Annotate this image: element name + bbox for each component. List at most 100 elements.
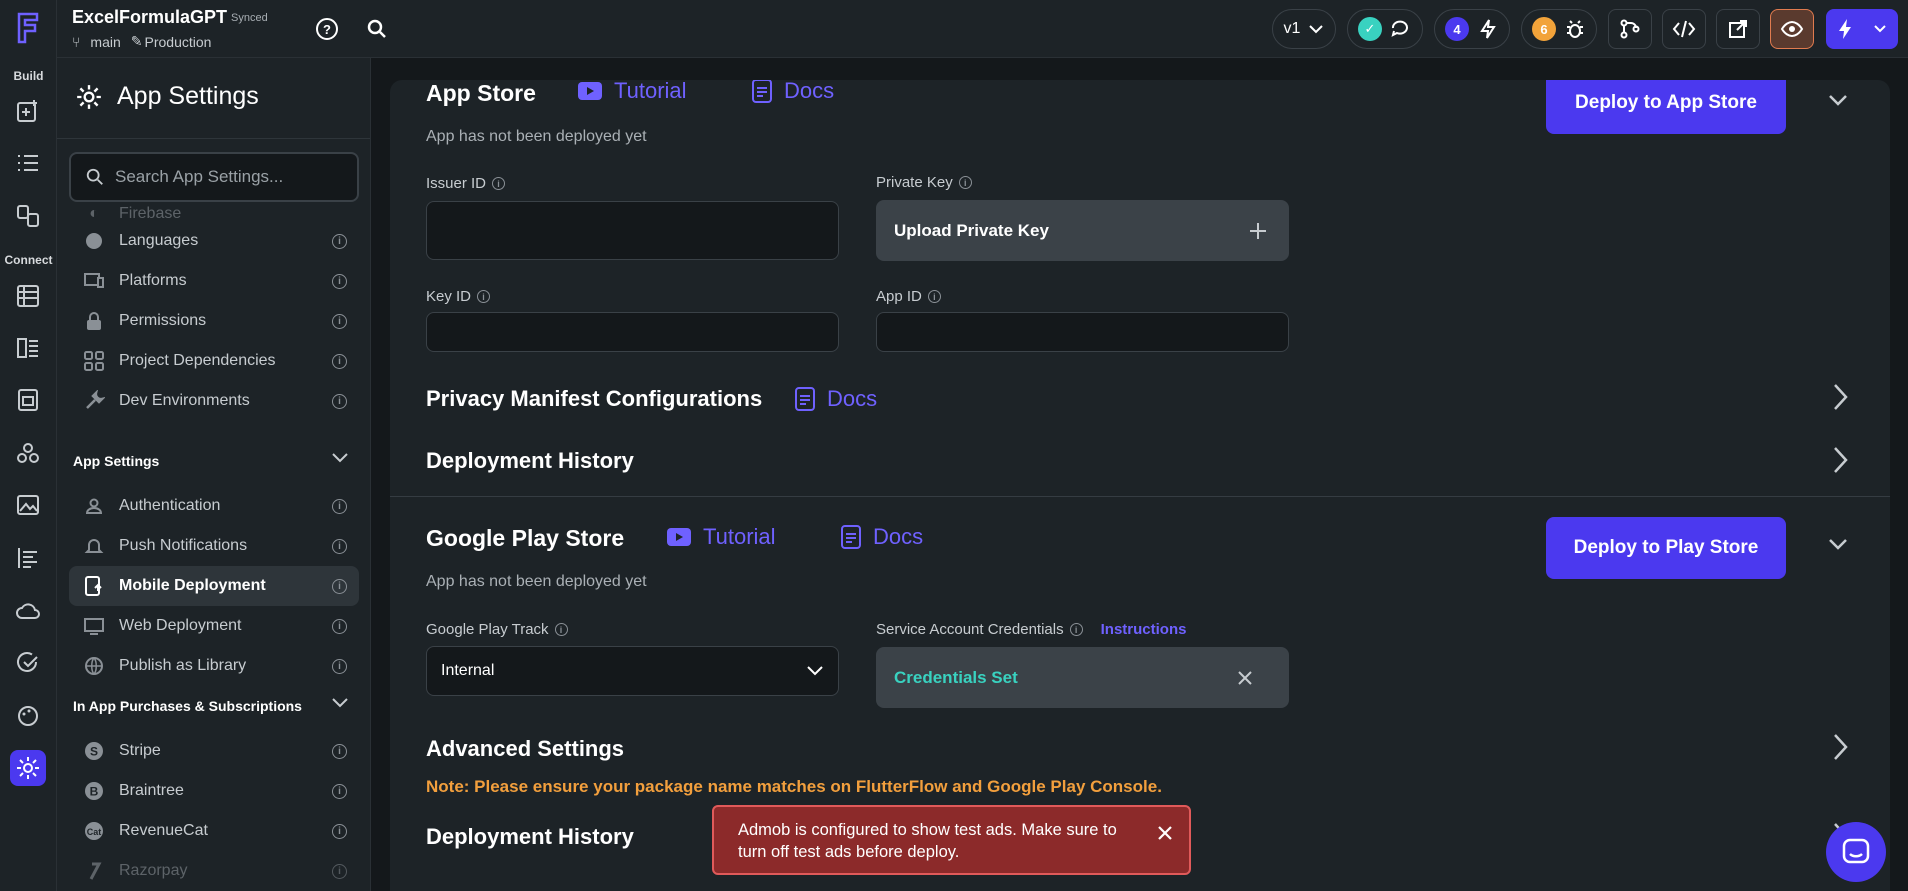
search-field[interactable] (69, 152, 359, 202)
preview-eye-icon[interactable] (1770, 9, 1814, 49)
info-icon[interactable]: i (332, 274, 347, 289)
info-icon[interactable]: i (332, 234, 347, 249)
credentials-set-field[interactable]: Credentials Set (876, 647, 1289, 708)
chevron-right-icon[interactable] (1827, 382, 1853, 412)
sidebar-item-push-notifications[interactable]: Push Notifications i (69, 526, 359, 566)
info-icon[interactable]: i (332, 619, 347, 634)
app-store-deployment-history[interactable]: Deployment History (426, 448, 634, 474)
app-store-tutorial-link[interactable]: Tutorial (578, 80, 687, 104)
database-icon[interactable] (10, 278, 46, 314)
info-icon[interactable]: i (332, 394, 347, 409)
play-store-title: Google Play Store (426, 525, 625, 551)
section-in-app-purchases[interactable]: In App Purchases & Subscriptions (73, 691, 363, 721)
sidebar-item-stripe[interactable]: S Stripe i (69, 731, 359, 771)
privacy-manifest-title[interactable]: Privacy Manifest Configurations (426, 386, 762, 412)
info-icon[interactable]: i (554, 623, 568, 636)
app-store-docs-link[interactable]: Docs (752, 80, 834, 104)
branch-info[interactable]: ⑂ main ✎ Production (72, 33, 211, 50)
environment-name: Production (144, 33, 212, 50)
chevron-down-icon[interactable] (1826, 88, 1850, 112)
sidebar-item-languages[interactable]: Languages i (69, 221, 359, 261)
help-icon[interactable]: ? (312, 14, 342, 44)
code-view-icon[interactable] (1662, 9, 1706, 49)
info-icon[interactable]: i (492, 177, 506, 190)
info-icon[interactable]: i (1069, 623, 1083, 636)
info-icon[interactable]: i (958, 176, 972, 189)
issuer-id-input[interactable] (426, 201, 839, 260)
chevron-right-icon[interactable] (1827, 445, 1853, 475)
sidebar-item-publish-as-library[interactable]: Publish as Library i (69, 646, 359, 686)
chevron-right-icon[interactable] (1827, 732, 1853, 762)
branching-icon[interactable] (1608, 9, 1652, 49)
section-app-settings[interactable]: App Settings (73, 446, 363, 476)
version-select[interactable]: v1 (1272, 9, 1336, 49)
flutterflow-logo-icon[interactable] (10, 10, 46, 46)
play-store-deployment-history[interactable]: Deployment History (426, 824, 634, 850)
project-name[interactable]: ExcelFormulaGPT (72, 7, 227, 28)
close-icon[interactable] (1237, 670, 1253, 686)
play-store-tutorial-link[interactable]: Tutorial (667, 524, 776, 550)
info-icon[interactable]: i (332, 499, 347, 514)
sidebar-item-project-dependencies[interactable]: Project Dependencies i (69, 341, 359, 381)
sidebar-item-dev-environments[interactable]: Dev Environments i (69, 381, 359, 421)
privacy-docs-link[interactable]: Docs (795, 386, 877, 412)
info-icon[interactable]: i (332, 314, 347, 329)
issues-button[interactable]: 6 (1521, 9, 1597, 49)
sidebar-item-permissions[interactable]: Permissions i (69, 301, 359, 341)
sidebar-item-revenuecat[interactable]: Cat RevenueCat i (69, 811, 359, 851)
info-icon[interactable]: i (332, 824, 347, 839)
add-page-icon[interactable] (10, 93, 46, 129)
search-icon (86, 168, 103, 185)
cloud-functions-icon[interactable] (10, 593, 46, 629)
search-icon[interactable] (362, 14, 392, 44)
sidebar-item-authentication[interactable]: Authentication i (69, 486, 359, 526)
components-icon[interactable] (10, 198, 46, 234)
deploy-app-store-button[interactable]: Deploy to App Store (1546, 80, 1786, 134)
key-id-input[interactable] (426, 312, 839, 352)
test-check-icon[interactable] (10, 645, 46, 681)
info-icon[interactable]: i (332, 864, 347, 879)
play-store-docs-link[interactable]: Docs (841, 524, 923, 550)
theme-icon[interactable] (10, 698, 46, 734)
sidebar-item-web-deployment[interactable]: Web Deployment i (69, 606, 359, 646)
app-id-input[interactable] (876, 312, 1289, 352)
info-icon[interactable]: i (332, 539, 347, 554)
api-calls-icon[interactable] (10, 330, 46, 366)
storyboard-icon[interactable] (10, 540, 46, 576)
braintree-icon: B (81, 778, 107, 804)
sidebar-item-platforms[interactable]: Platforms i (69, 261, 359, 301)
upload-private-key-button[interactable]: Upload Private Key (876, 200, 1289, 261)
info-icon[interactable]: i (332, 784, 347, 799)
rail-connect-label: Connect (4, 253, 53, 267)
notifications-button[interactable]: 4 (1434, 9, 1510, 49)
support-chat-button[interactable] (1826, 822, 1886, 882)
image-assets-icon[interactable] (10, 487, 46, 523)
sidebar-item-mobile-deployment[interactable]: Mobile Deployment i (69, 566, 359, 606)
media-assets-icon[interactable] (10, 382, 46, 418)
info-icon[interactable]: i (927, 290, 941, 303)
play-track-dropdown[interactable]: Internal (426, 646, 839, 696)
sidebar-item-razorpay[interactable]: Razorpay i (69, 851, 359, 891)
open-external-icon[interactable] (1716, 9, 1760, 49)
collab-status-button[interactable]: ✓ (1347, 9, 1423, 49)
close-icon[interactable] (1155, 823, 1175, 843)
instructions-link[interactable]: Instructions (1101, 621, 1187, 638)
sidebar-item-braintree[interactable]: B Braintree i (69, 771, 359, 811)
info-icon[interactable]: i (332, 744, 347, 759)
run-button[interactable] (1826, 9, 1898, 49)
advanced-settings-title[interactable]: Advanced Settings (426, 736, 624, 762)
info-icon[interactable]: i (477, 290, 491, 303)
widget-tree-icon[interactable] (10, 146, 46, 182)
chat-icon (1842, 838, 1870, 864)
chevron-down-icon[interactable] (1826, 532, 1850, 556)
info-icon[interactable]: i (332, 354, 347, 369)
info-icon[interactable]: i (332, 659, 347, 674)
svg-text:B: B (90, 785, 99, 799)
custom-code-icon[interactable] (10, 435, 46, 471)
youtube-icon (578, 82, 602, 100)
deploy-play-store-button[interactable]: Deploy to Play Store (1546, 517, 1786, 579)
info-icon[interactable]: i (332, 579, 347, 594)
comments-icon (1391, 20, 1408, 37)
search-input[interactable] (115, 167, 335, 187)
settings-gear-icon[interactable] (10, 750, 46, 786)
